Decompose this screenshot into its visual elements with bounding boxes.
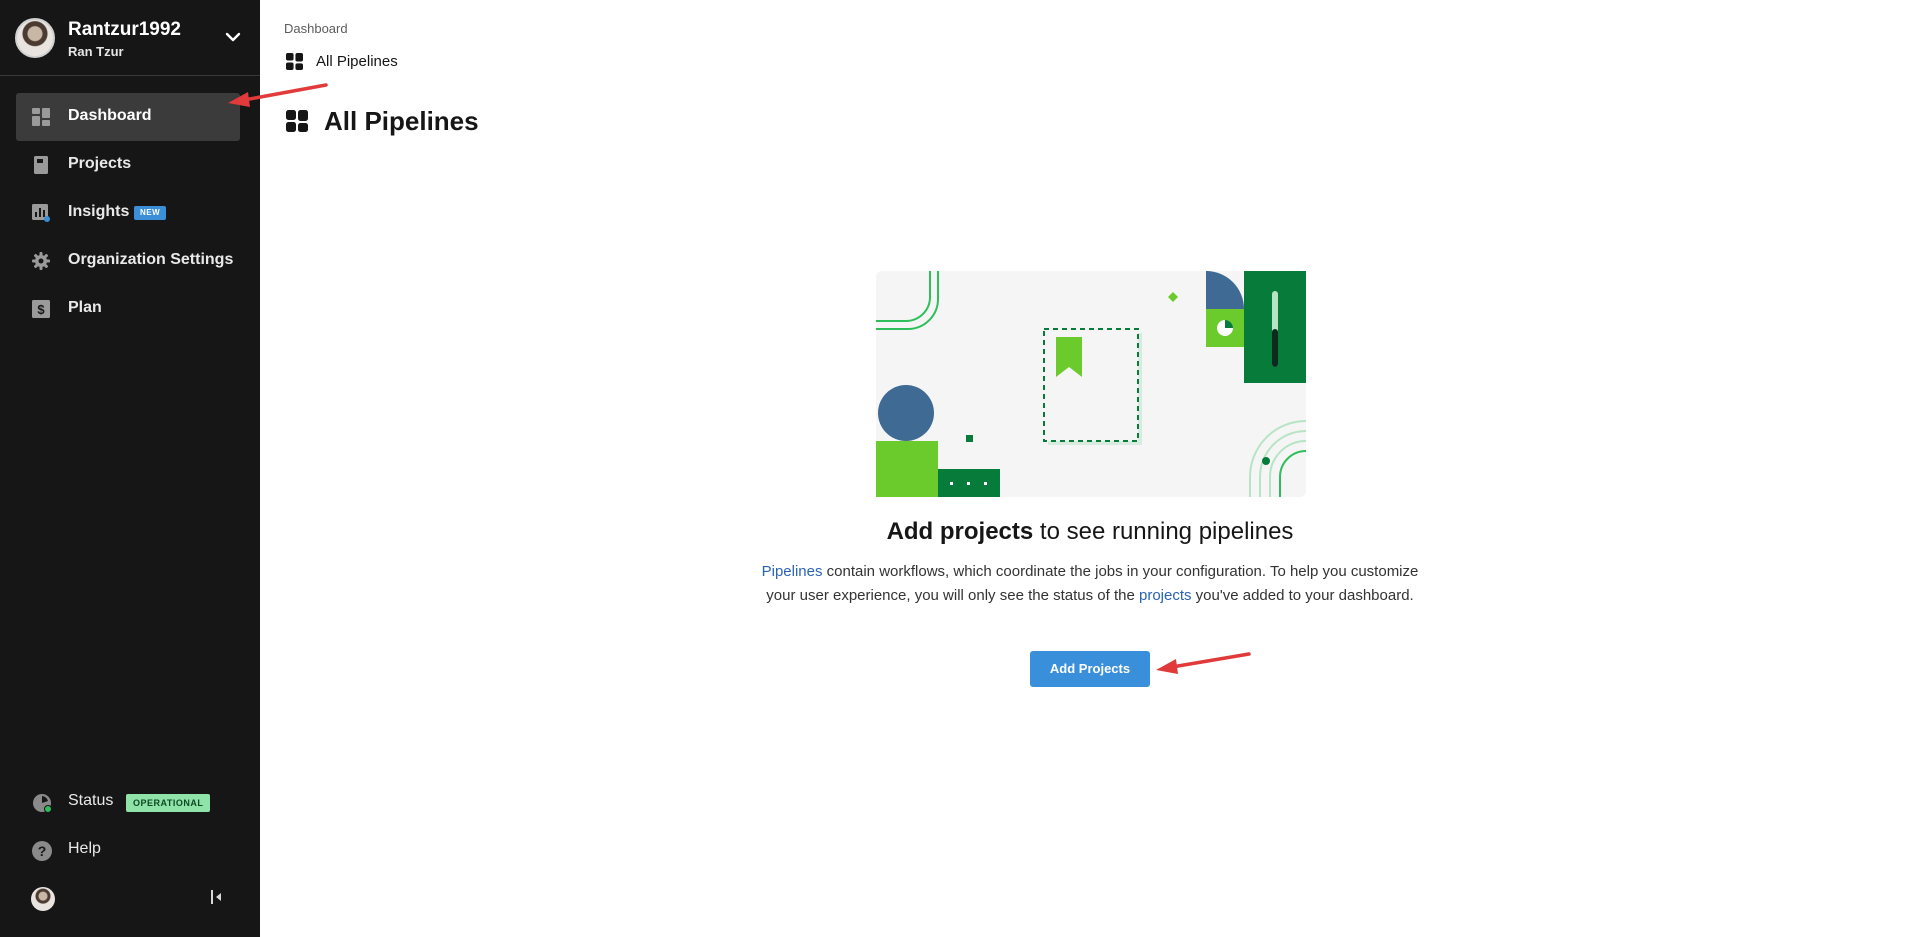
sidebar-item-label: Projects [68, 155, 132, 172]
projects-link[interactable]: projects [1139, 587, 1192, 604]
add-projects-button[interactable]: Add Projects [1030, 651, 1150, 687]
avatar[interactable] [31, 887, 55, 911]
status-label: Status [68, 792, 114, 809]
dashboard-icon [286, 53, 303, 70]
sidebar-item-label: Plan [68, 299, 102, 316]
page-title: All Pipelines [324, 106, 479, 136]
sidebar-item-organization-settings[interactable]: Organization Settings [16, 237, 240, 285]
sidebar-item-plan[interactable]: $ Plan [16, 285, 240, 333]
pipelines-link[interactable]: Pipelines [762, 563, 823, 580]
sidebar-item-status[interactable]: Status OPERATIONAL [16, 782, 240, 822]
status-badge: OPERATIONAL [126, 794, 211, 812]
empty-state-heading: Add projects to see running pipelines [690, 518, 1490, 546]
sidebar-item-label: Organization Settings [68, 251, 234, 268]
sidebar-item-label: Dashboard [68, 107, 152, 124]
sidebar-item-projects[interactable]: Projects [16, 141, 240, 189]
org-switcher[interactable]: Rantzur1992 Ran Tzur [0, 0, 260, 76]
sidebar-item-dashboard[interactable]: Dashboard [16, 93, 240, 141]
chevron-down-icon[interactable] [222, 26, 244, 48]
org-name: Rantzur1992 [68, 19, 181, 40]
org-avatar [15, 18, 55, 58]
empty-state-heading-rest: to see running pipelines [1033, 518, 1294, 545]
user-name: Ran Tzur [68, 44, 124, 59]
help-label: Help [68, 840, 101, 857]
empty-state-illustration [876, 271, 1306, 497]
help-icon: ? [32, 841, 52, 861]
empty-state-heading-bold: Add projects [886, 518, 1034, 545]
breadcrumb[interactable]: Dashboard [284, 21, 348, 36]
app-root: Rantzur1992 Ran Tzur Dashboard Projects [0, 0, 1920, 937]
svg-text:?: ? [38, 843, 47, 859]
status-icon [33, 794, 52, 813]
collapse-sidebar-icon[interactable] [206, 887, 226, 907]
sidebar: Rantzur1992 Ran Tzur Dashboard Projects [0, 0, 260, 937]
sidebar-item-label: Insights [68, 203, 130, 220]
annotation-arrow-add-projects [1156, 652, 1251, 674]
gear-icon [32, 252, 50, 270]
projects-icon [34, 156, 48, 174]
dashboard-icon [32, 108, 50, 126]
description-text-2: you've added to your dashboard. [1191, 587, 1414, 604]
sidebar-item-insights[interactable]: Insights NEW [16, 189, 240, 237]
empty-state-description: Pipelines contain workflows, which coord… [760, 560, 1420, 608]
svg-text:$: $ [37, 302, 45, 317]
dollar-icon: $ [32, 300, 50, 318]
insights-icon [32, 204, 50, 222]
dashboard-icon [286, 110, 308, 132]
sidebar-item-help[interactable]: ? Help [16, 830, 240, 870]
breadcrumb-page-label: All Pipelines [316, 53, 398, 70]
new-badge: NEW [134, 206, 167, 220]
